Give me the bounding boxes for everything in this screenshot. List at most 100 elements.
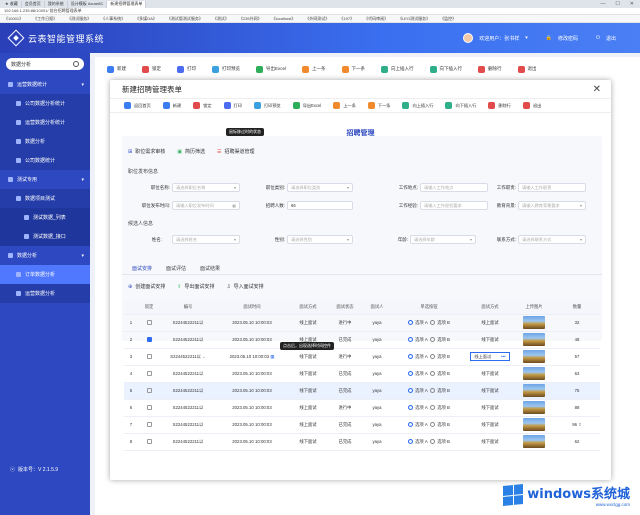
toolbar-button[interactable]: 打印预览 [248,102,287,109]
toolbar-button[interactable]: 向上插入行 [396,102,439,109]
radio-option-a[interactable]: 选项 A [408,439,428,444]
time-cell[interactable]: 2023.05.10 10:00:03 [232,320,271,325]
browser-tab-active[interactable]: 新建招聘管理表单 [107,0,147,8]
toolbar-button[interactable]: 打印预览 [205,65,247,73]
table-row[interactable]: 4 S2244522211以 2023.05.10 10:00:03 线下面试 已完成 y… [124,365,600,383]
radio-option-a[interactable]: 选项 A [408,354,428,359]
sidebar-item[interactable]: 公司数据分析统计 [0,94,90,113]
qty-cell[interactable]: 48 [575,337,580,342]
lock-checkbox[interactable] [146,337,152,343]
chevron-down-icon[interactable]: ▾ [525,35,528,41]
bookmark[interactable]: 《197》 [339,16,354,22]
bookmark[interactable]: 《10001》 [4,16,23,22]
import-schedule-button[interactable]: ⇩ 导入面试安排 [226,283,263,291]
url-text[interactable]: 192.168.1.235:88/10001/ 前台招聘管理表单 [4,8,82,14]
publish-time-input[interactable]: 请输入职位发布时间 ▦ [172,201,240,210]
table-row[interactable]: 3 S2244522211以 ⌄ 2023.05.10 10:00:03 ▦ 线下面试… [124,348,600,366]
uploaded-image-thumbnail[interactable] [523,333,545,346]
change-password-link[interactable]: 修改密码 [558,35,578,42]
address-bar[interactable]: 192.168.1.235:88/10001/ 前台招聘管理表单 [0,8,640,15]
uploaded-image-thumbnail[interactable] [523,316,545,329]
bookmark[interactable]: 《工作日报》 [33,16,57,22]
radio-option-a[interactable]: 选项 A [408,320,428,325]
radio-option-b[interactable]: 选项 B [430,405,450,410]
bookmark[interactable]: 《localhost》 [272,16,296,22]
browser-tab[interactable]: ★ 收藏 [2,0,22,8]
lock-checkbox[interactable] [146,320,152,326]
toolbar-button[interactable]: 上一条 [295,65,333,73]
qty-cell[interactable]: 57 [575,354,580,359]
time-cell[interactable]: 2023.05.10 10:00:03 [230,354,269,359]
export-schedule-button[interactable]: ⇪ 导出面试安排 [177,283,214,291]
toolbar-button[interactable]: 新建 [157,102,187,109]
table-row[interactable]: 7 S2244522211以 2023.05.10 10:00:03 线上面试 已完成 y… [124,416,600,434]
radio-option-b[interactable]: 选项 B [430,439,450,444]
bookmark[interactable]: 《人事系统》 [101,16,125,22]
toolbar-button[interactable]: 退出 [517,102,547,109]
radio-option-a[interactable]: 选项 A [408,337,428,342]
sidebar-item[interactable]: 订单数据分析 [0,265,90,284]
uploaded-image-thumbnail[interactable] [523,384,545,397]
age-select[interactable]: 请选择年龄 ▾ [410,235,476,244]
lock-checkbox[interactable] [146,405,152,411]
toolbar-button[interactable]: 删除行 [482,102,517,109]
radio-option-b[interactable]: 选项 B [430,354,450,359]
bookmark[interactable]: 《测试版测试服务》 [167,16,203,22]
radio-option-a[interactable]: 选项 A [408,405,428,410]
toolbar-button[interactable]: 返回首页 [118,102,157,109]
table-row[interactable]: 1 S2244522211以 2023.05.10 10:00:03 线上面试 进行中 y… [124,314,600,332]
sidebar-item[interactable]: 数据项目测试 [0,189,90,208]
uploaded-image-thumbnail[interactable] [523,367,545,380]
minimize-icon[interactable]: — [600,1,605,7]
radio-option-b[interactable]: 选项 B [430,371,450,376]
mode-select[interactable]: 线上面试 ••• [470,352,510,361]
sidebar-item[interactable]: 运营数据统计 ▾ [0,75,90,94]
toolbar-button[interactable]: 退出 [511,65,544,73]
toolbar-button[interactable]: 打印 [218,102,248,109]
toolbar-button[interactable]: 删除行 [471,65,509,73]
toolbar-button[interactable]: 新建 [100,65,133,73]
calendar-icon[interactable]: ▦ [270,354,274,359]
close-icon[interactable]: ✕ [593,84,601,95]
sidebar-item[interactable]: 数据分析 ▾ [0,246,90,265]
radio-option-b[interactable]: 选项 B [430,422,450,427]
close-icon[interactable]: ✕ [630,1,634,7]
table-row[interactable]: 5 S2244522211以 2023.05.10 10:00:03 线下面试 已完成 y… [124,382,600,400]
qty-cell[interactable]: 63 [575,371,580,376]
contact-select[interactable]: 请选择联系方式 ▾ [518,235,586,244]
gender-select[interactable]: 请选择性别 ▾ [287,235,353,244]
toolbar-button[interactable]: 导出Excel [249,65,293,73]
toolbar-button[interactable]: 下一条 [335,65,373,73]
radio-option-b[interactable]: 选项 B [430,320,450,325]
calendar-icon[interactable]: ▦ [232,203,236,208]
bookmark[interactable]: 《测试》 [213,16,229,22]
qty-cell[interactable]: 75 [575,388,580,393]
toolbar-button[interactable]: 向下插入行 [423,65,470,73]
sidebar-item[interactable]: 运营数据分析 [0,284,90,303]
more-icon[interactable]: ••• [501,354,505,359]
toolbar-button[interactable]: 锁定 [187,102,217,109]
maximize-icon[interactable]: ☐ [615,1,619,7]
position-review-button[interactable]: ⊞ 职位需求审核 [128,148,165,156]
sidebar-item[interactable]: 测试数据_列表 [0,208,90,227]
channel-manage-button[interactable]: ☰ 招聘渠道管理 [217,148,255,156]
qty-cell[interactable]: 88 [575,405,580,410]
sidebar-item[interactable]: 测试数据_接口 [0,227,90,246]
toolbar-button[interactable]: 向上插入行 [374,65,421,73]
sidebar-item[interactable]: 运营数据分析统计 [0,113,90,132]
logout-link[interactable]: 退出 [606,35,616,42]
radio-option-a[interactable]: 选项 A [408,371,428,376]
bookmark[interactable]: 《监控》 [440,16,456,22]
bookmark[interactable]: 《235外网》 [239,16,262,22]
qty-cell[interactable]: 62 [575,439,580,444]
table-row[interactable]: 8 S2244522211以 2023.05.10 10:00:03 线下面试 已完成 y… [124,433,600,451]
time-cell[interactable]: 2023.05.10 10:00:03 [232,405,271,410]
position-name-select[interactable]: 请选择职位名称 ▾ [172,183,240,192]
table-row[interactable]: 6 S2244522211以 2023.05.10 10:00:03 线上面试 进行中 y… [124,399,600,417]
radio-option-b[interactable]: 选项 B [430,337,450,342]
chevron-down-icon[interactable]: ⌄ [202,354,206,359]
sidebar-item[interactable]: 测试专用 ▾ [0,170,90,189]
browser-tab[interactable]: 我的系统 [45,0,68,8]
uploaded-image-thumbnail[interactable] [523,418,545,431]
position-duty-input[interactable]: 请输入工作职责 [518,183,586,192]
